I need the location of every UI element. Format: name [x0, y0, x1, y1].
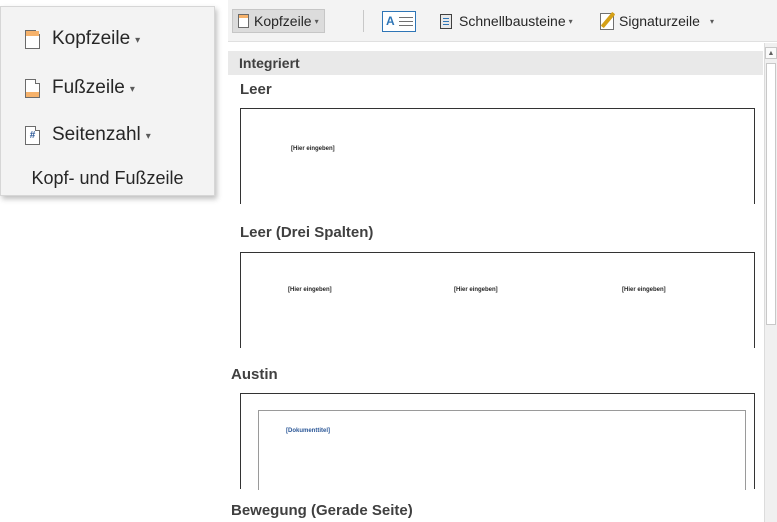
page-number-label: Seitenzahl [52, 124, 141, 145]
chevron-down-icon: ▾ [568, 16, 573, 26]
placeholder-text: [Hier eingeben] [454, 287, 498, 293]
header-toolbar-label: Kopfzeile [254, 13, 312, 29]
chevron-down-icon: ▾ [129, 84, 135, 95]
chevron-down-icon: ▾ [145, 131, 151, 142]
header-footer-ribbon-group: Kopfzeile ▾ Fußzeile ▾ # Seitenzahl ▾ Ko… [0, 6, 215, 196]
signature-label: Signaturzeile [619, 13, 700, 29]
chevron-down-icon: ▾ [314, 16, 319, 26]
gallery-item-austin[interactable]: [Dokumenttitel] [240, 393, 755, 490]
gallery-item-title: Austin [231, 366, 278, 383]
austin-border: [Dokumenttitel] [258, 410, 746, 490]
gallery-item-leer-drei-spalten[interactable]: [Hier eingeben] [Hier eingeben] [Hier ei… [240, 252, 755, 348]
quickparts-icon [440, 13, 452, 29]
gallery-item-leer[interactable]: [Hier eingeben] [240, 108, 755, 204]
footer-doc-icon [25, 78, 40, 98]
chevron-down-icon: ▾ [709, 16, 714, 26]
signature-icon [600, 12, 614, 30]
gallery-item-title: Leer (Drei Spalten) [240, 224, 374, 241]
scroll-up-icon[interactable]: ▲ [765, 47, 777, 59]
header-doc-icon [25, 29, 40, 49]
scroll-thumb[interactable] [766, 63, 776, 325]
quickparts-label: Schnellbausteine [459, 13, 566, 29]
gallery-scrollbar[interactable]: ▲ [764, 43, 777, 522]
placeholder-text: [Dokumenttitel] [286, 428, 330, 434]
footer-dropdown-button[interactable]: Fußzeile ▾ [25, 72, 135, 104]
gallery-item-title: Leer [240, 81, 272, 98]
placeholder-text: [Hier eingeben] [291, 146, 335, 152]
placeholder-text: [Hier eingeben] [622, 287, 666, 293]
signature-line-button[interactable]: Signaturzeile ▾ [600, 9, 714, 33]
footer-label: Fußzeile [52, 77, 125, 98]
group-caption: Kopf- und Fußzeile [31, 168, 184, 188]
page-number-dropdown-button[interactable]: # Seitenzahl ▾ [25, 119, 151, 151]
header-toolbar-button[interactable]: Kopfzeile ▾ [232, 9, 325, 33]
header-label: Kopfzeile [52, 28, 131, 49]
header-gallery: Integriert Leer [Hier eingeben] Leer (Dr… [228, 43, 763, 522]
page-number-icon: # [25, 125, 40, 145]
chevron-down-icon: ▾ [135, 35, 141, 46]
textbox-icon[interactable]: A [382, 11, 416, 32]
placeholder-text: [Hier eingeben] [288, 287, 332, 293]
category-header: Integriert [228, 51, 763, 75]
toolbar-separator [363, 10, 364, 32]
header-dropdown-button[interactable]: Kopfzeile ▾ [25, 23, 140, 55]
header-doc-icon [238, 14, 249, 28]
toolbar: Kopfzeile ▾ A Schnellbausteine ▾ Signatu… [228, 0, 777, 42]
gallery-item-title: Bewegung (Gerade Seite) [231, 502, 413, 519]
quickparts-button[interactable]: Schnellbausteine ▾ [440, 9, 573, 33]
